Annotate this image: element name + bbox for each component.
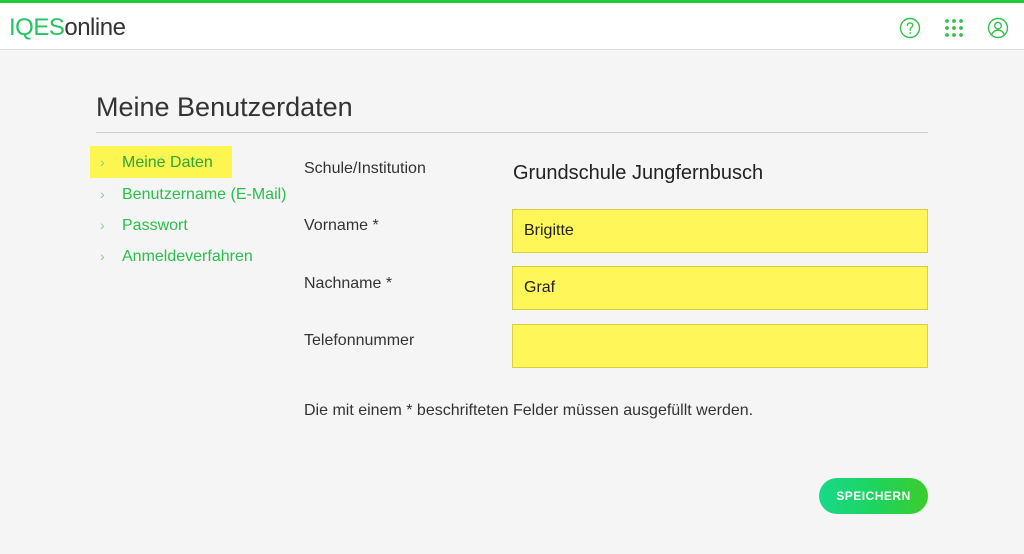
school-value: Grundschule Jungfernbusch <box>513 162 764 184</box>
help-icon[interactable] <box>899 17 921 39</box>
phone-label: Telefonnummer <box>304 332 415 349</box>
subnav-item-passwort[interactable]: › Passwort <box>90 209 295 240</box>
chevron-right-icon: › <box>100 186 105 202</box>
subnav-item-anmeldeverfahren[interactable]: › Anmeldeverfahren <box>90 240 295 271</box>
apps-grid-icon[interactable] <box>943 17 965 39</box>
chevron-right-icon: › <box>100 248 105 264</box>
subnav-item-label: Benutzername (E-Mail) <box>122 186 287 203</box>
firstname-input[interactable] <box>512 209 928 253</box>
phone-input[interactable] <box>512 324 928 368</box>
subnav-item-benutzername[interactable]: › Benutzername (E-Mail) <box>90 178 295 209</box>
page-title: Meine Benutzerdaten <box>96 92 353 122</box>
subnav-item-meine-daten[interactable]: › Meine Daten <box>90 146 232 178</box>
school-label: Schule/Institution <box>304 160 426 177</box>
subnav-item-label: Passwort <box>122 217 188 234</box>
subnav-item-label: Anmeldeverfahren <box>122 248 253 265</box>
lastname-input[interactable] <box>512 266 928 310</box>
lastname-label: Nachname * <box>304 275 393 292</box>
iqes-online-logo[interactable]: IQESonline <box>9 14 126 42</box>
title-divider <box>96 132 928 133</box>
chevron-right-icon: › <box>100 217 105 233</box>
top-bar: IQESonline <box>0 0 1024 50</box>
firstname-label: Vorname * <box>304 217 379 234</box>
account-subnav: › Meine Daten › Benutzername (E-Mail) › … <box>90 146 295 271</box>
subnav-item-label: Meine Daten <box>122 154 213 171</box>
save-button[interactable]: SPEICHERN <box>819 478 928 514</box>
chevron-right-icon: › <box>100 154 105 170</box>
required-fields-hint: Die mit einem * beschrifteten Felder müs… <box>304 402 754 419</box>
user-account-icon[interactable] <box>987 17 1009 39</box>
